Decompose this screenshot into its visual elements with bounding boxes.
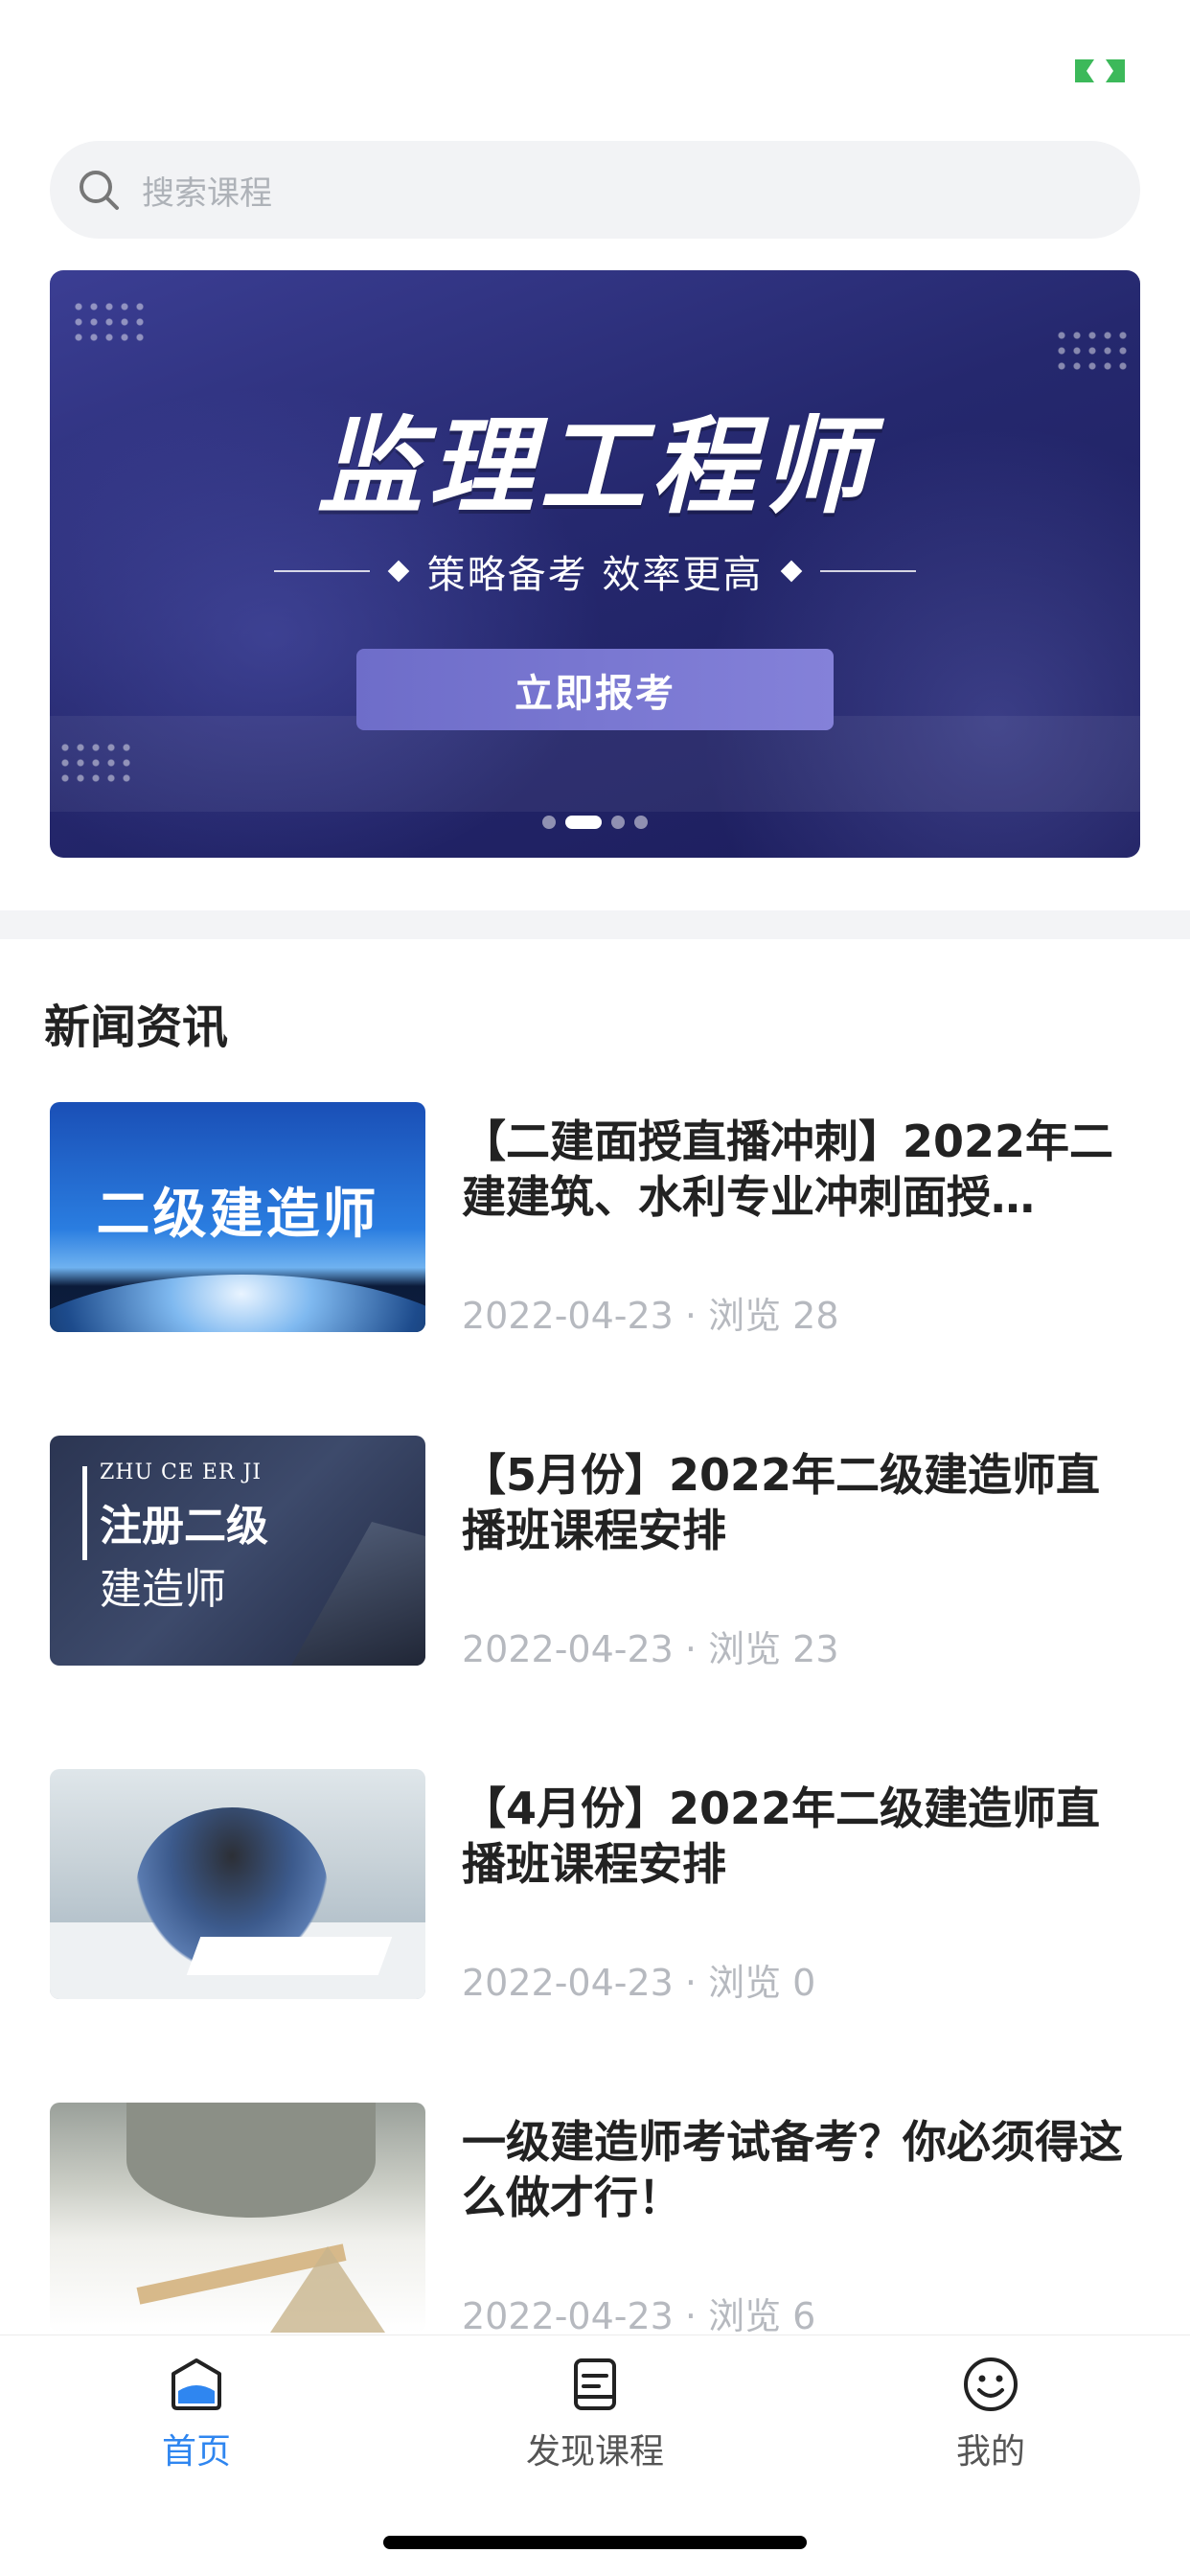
tab-label: 我的 — [955, 2432, 1025, 2472]
course-icon — [574, 2358, 616, 2410]
news-title[interactable]: 一级建造师考试备考？你必须得这么做才行！ — [462, 2114, 1142, 2225]
home-icon — [172, 2358, 221, 2410]
section-divider — [0, 910, 1190, 939]
tab-label: 发现课程 — [525, 2432, 664, 2472]
news-section-title: 新闻资讯 — [44, 1000, 229, 1054]
news-meta: 2022-04-23 · 浏览 0 — [462, 1962, 816, 2004]
news-title[interactable]: 【4月份】2022年二级建造师直播班课程安排 — [462, 1781, 1142, 1892]
news-item[interactable]: 一级建造师考试备考？你必须得这么做才行！ 2022-04-23 · 浏览 6 — [0, 2103, 1190, 2337]
line-decoration — [273, 570, 370, 572]
thumbnail-text: 建造师 — [100, 1565, 226, 1614]
home-indicator[interactable] — [383, 2536, 807, 2549]
promo-banner[interactable]: 监理工程师 策略备考 效率更高 立即报考 — [50, 270, 1140, 858]
news-meta: 2022-04-23 · 浏览 23 — [462, 1628, 839, 1670]
carousel-dot[interactable] — [634, 816, 648, 829]
news-title[interactable]: 【二建面授直播冲刺】2022年二建建筑、水利专业冲刺面授… — [462, 1114, 1142, 1225]
diamond-decoration — [781, 560, 803, 583]
dot-grid-decoration — [1054, 328, 1131, 370]
news-thumbnail — [50, 1769, 425, 1999]
diamond-decoration — [387, 560, 409, 583]
banner-band — [50, 716, 1140, 812]
building-graphic — [291, 1522, 425, 1666]
earth-graphic — [50, 1275, 425, 1332]
expand-icon[interactable] — [1069, 58, 1131, 84]
banner-title: 监理工程师 — [317, 405, 873, 528]
thumbnail-bar — [82, 1466, 87, 1560]
tab-discover-courses[interactable]: 发现课程 — [499, 2355, 691, 2479]
paper-graphic — [186, 1937, 393, 1975]
news-thumbnail: ZHU CE ER JI 注册二级 建造师 — [50, 1436, 425, 1666]
search-icon — [80, 171, 119, 210]
arms-graphic — [126, 2103, 376, 2218]
tab-home[interactable]: 首页 — [101, 2355, 292, 2479]
top-bar — [0, 0, 1190, 134]
news-item[interactable]: 【4月份】2022年二级建造师直播班课程安排 2022-04-23 · 浏览 0 — [0, 1769, 1190, 2004]
dot-grid-decoration — [57, 740, 134, 782]
tab-mine[interactable]: 我的 — [895, 2355, 1087, 2479]
news-thumbnail — [50, 2103, 425, 2333]
smiley-icon — [964, 2358, 1018, 2411]
news-meta: 2022-04-23 · 浏览 6 — [462, 2295, 816, 2337]
carousel-dot[interactable] — [542, 816, 556, 829]
apply-now-button[interactable]: 立即报考 — [356, 649, 834, 730]
carousel-dot[interactable] — [611, 816, 625, 829]
thumbnail-text: 注册二级 — [100, 1502, 268, 1551]
thumbnail-text: 二级建造师 — [96, 1184, 379, 1246]
carousel-dot-active[interactable] — [565, 816, 602, 829]
tab-label: 首页 — [161, 2432, 231, 2472]
carousel-indicators[interactable] — [50, 816, 1140, 829]
line-decoration — [820, 570, 917, 572]
dot-grid-decoration — [71, 299, 148, 341]
news-thumbnail: 二级建造师 — [50, 1102, 425, 1332]
banner-subtitle-row: 策略备考 效率更高 — [50, 543, 1140, 599]
news-title[interactable]: 【5月份】2022年二级建造师直播班课程安排 — [462, 1447, 1142, 1558]
news-item[interactable]: ZHU CE ER JI 注册二级 建造师 【5月份】2022年二级建造师直播班… — [0, 1436, 1190, 1670]
thumbnail-en-text: ZHU CE ER JI — [100, 1460, 263, 1484]
banner-subtitle: 策略备考 效率更高 — [426, 553, 764, 597]
search-placeholder: 搜索课程 — [142, 173, 272, 213]
news-item[interactable]: 二级建造师 【二建面授直播冲刺】2022年二建建筑、水利专业冲刺面授… 2022… — [0, 1102, 1190, 1337]
news-meta: 2022-04-23 · 浏览 28 — [462, 1295, 839, 1337]
search-bar[interactable]: 搜索课程 — [50, 141, 1140, 239]
